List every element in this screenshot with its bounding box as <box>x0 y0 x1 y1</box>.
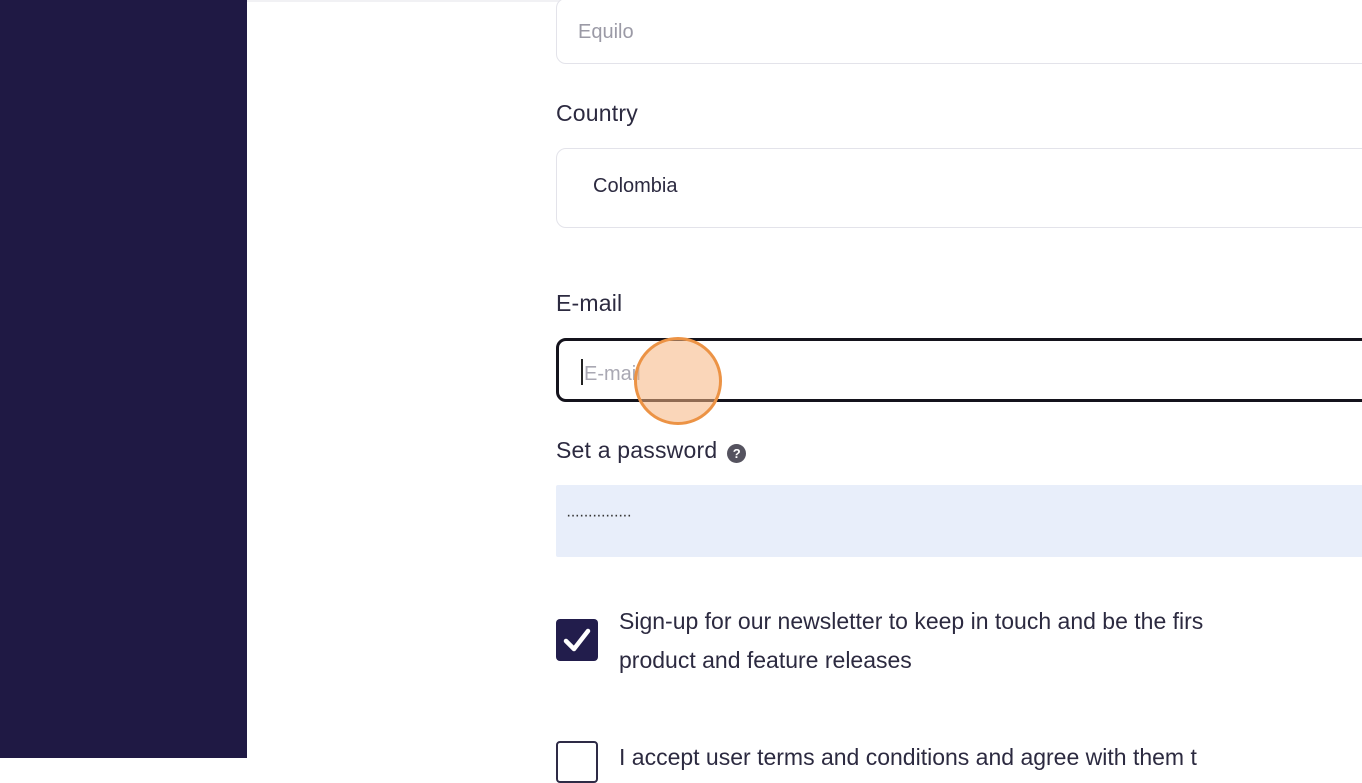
country-label: Country <box>556 100 638 126</box>
country-select[interactable]: Colombia <box>556 148 1362 228</box>
company-input-value: Equilo <box>578 21 634 43</box>
email-label: E-mail <box>556 290 623 316</box>
checkmark-icon <box>563 628 591 652</box>
password-label-text: Set a password <box>556 437 718 463</box>
click-indicator <box>634 337 722 425</box>
email-placeholder: E-mail <box>584 363 641 385</box>
country-select-value: Colombia <box>593 175 678 197</box>
password-input[interactable]: ··············· <box>556 485 1362 557</box>
newsletter-checkbox[interactable] <box>556 619 598 661</box>
company-input[interactable]: Equilo <box>556 0 1362 64</box>
text-caret <box>581 359 583 385</box>
password-masked-value: ··············· <box>566 507 632 524</box>
newsletter-text-line2: product and feature releases <box>619 647 912 673</box>
sidebar <box>0 0 247 758</box>
question-circle-icon[interactable]: ? <box>727 444 747 463</box>
password-label: Set a password? <box>556 437 747 464</box>
newsletter-text-line1: Sign-up for our newsletter to keep in to… <box>619 608 1204 634</box>
terms-checkbox[interactable] <box>556 741 598 783</box>
